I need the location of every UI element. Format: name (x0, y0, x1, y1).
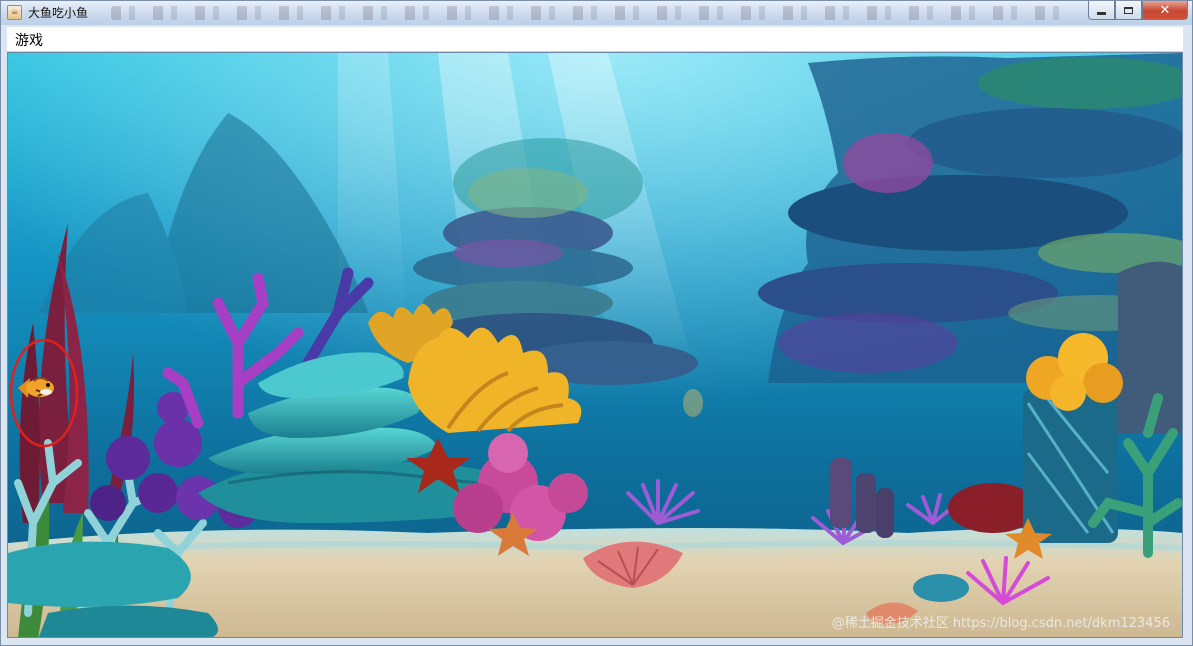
background-toolbar-ghost (111, 6, 1071, 20)
minimize-icon (1097, 11, 1106, 15)
close-button[interactable]: ✕ (1142, 1, 1188, 20)
maximize-button[interactable] (1115, 1, 1142, 20)
underwater-scene (8, 53, 1182, 637)
teal-pebble (913, 574, 969, 602)
watermark-text: @稀土掘金技术社区 https://blog.csdn.net/dkm12345… (831, 616, 1170, 631)
maximize-icon (1124, 6, 1133, 14)
app-window: ☕ 大鱼吃小鱼 ✕ 游戏 @稀土掘金技术社区 https://blog.csdn… (0, 0, 1193, 646)
background-fish (683, 389, 703, 417)
window-controls: ✕ (1088, 1, 1188, 20)
title-bar[interactable]: ☕ 大鱼吃小鱼 ✕ (1, 1, 1192, 25)
menu-game[interactable]: 游戏 (13, 30, 45, 50)
game-canvas[interactable]: @稀土掘金技术社区 https://blog.csdn.net/dkm12345… (7, 52, 1183, 638)
close-icon: ✕ (1159, 2, 1171, 18)
minimize-button[interactable] (1088, 1, 1115, 20)
right-coral-pillar (1023, 333, 1123, 543)
menu-bar: 游戏 (7, 27, 1183, 52)
java-cup-icon[interactable]: ☕ (7, 5, 22, 20)
window-title: 大鱼吃小鱼 (28, 6, 89, 20)
